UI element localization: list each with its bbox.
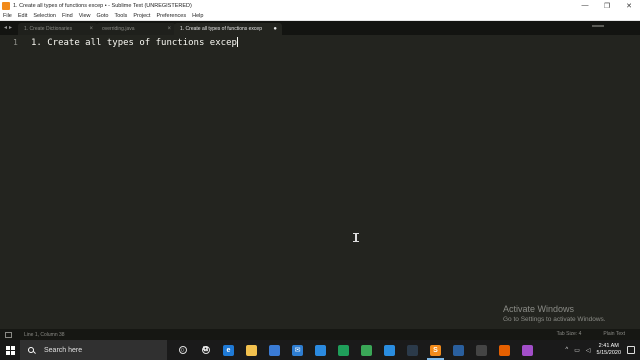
- menu-selection[interactable]: Selection: [30, 13, 59, 19]
- tab-label: 1. Create all types of functions excep: [180, 26, 262, 32]
- menu-project[interactable]: Project: [130, 13, 153, 19]
- ibeam-cursor-icon: [353, 233, 359, 242]
- line-number: 1: [13, 38, 18, 47]
- tab-overriding-java[interactable]: overriding.java ×: [96, 23, 176, 35]
- start-button[interactable]: [0, 340, 20, 360]
- search-icon: [28, 347, 34, 353]
- app-blue-icon[interactable]: [309, 340, 332, 360]
- mail-icon[interactable]: ✉: [286, 340, 309, 360]
- minimize-button[interactable]: —: [574, 0, 596, 11]
- maximize-button[interactable]: ❐: [596, 0, 618, 11]
- app-chrome-glyph: [361, 344, 372, 356]
- terminal-icon[interactable]: [401, 340, 424, 360]
- menu-view[interactable]: View: [76, 13, 94, 19]
- watermark-subtitle: Go to Settings to activate Windows.: [503, 316, 606, 323]
- tab-close-icon[interactable]: ×: [89, 26, 93, 32]
- task-view-glyph: ⧉: [201, 346, 210, 354]
- edge-icon[interactable]: e: [217, 340, 240, 360]
- vscode-glyph: [384, 344, 395, 356]
- menu-bar: File Edit Selection Find View Goto Tools…: [0, 11, 640, 21]
- file-explorer-icon[interactable]: [240, 340, 263, 360]
- tab-prev-icon[interactable]: ◂: [4, 24, 7, 31]
- volume-icon[interactable]: ◁: [586, 347, 591, 354]
- syntax-selector[interactable]: Plain Text: [603, 331, 625, 337]
- menu-help[interactable]: Help: [189, 13, 206, 19]
- tab-label: overriding.java: [102, 26, 135, 32]
- tray-chevron-icon[interactable]: ^: [565, 347, 568, 353]
- vscode-icon[interactable]: [378, 340, 401, 360]
- app-purple-icon[interactable]: [516, 340, 539, 360]
- firefox-icon[interactable]: [493, 340, 516, 360]
- windows-logo-icon: [5, 345, 15, 355]
- code-line[interactable]: 1. Create all types of functions excep: [31, 37, 238, 48]
- app-green-glyph: [338, 344, 349, 356]
- system-tray: ^ ▭ ◁ 2:41 AM 5/15/2020: [565, 340, 640, 360]
- tab-create-dictionaries[interactable]: 1. Create Dictionaries ×: [18, 23, 98, 35]
- cortana-glyph: ○: [178, 346, 187, 354]
- terminal-glyph: [407, 344, 418, 356]
- menu-file[interactable]: File: [0, 13, 15, 19]
- menu-tools[interactable]: Tools: [111, 13, 130, 19]
- tab-close-icon[interactable]: ×: [167, 26, 171, 32]
- activation-watermark: Activate Windows Go to Settings to activ…: [503, 304, 606, 323]
- firefox-glyph: [499, 344, 510, 356]
- code-text: 1. Create all types of functions excep: [31, 38, 237, 48]
- vertical-scrollbar[interactable]: [632, 35, 640, 329]
- taskbar-apps: ○ ⧉ e ✉ S: [171, 340, 539, 360]
- file-explorer-glyph: [246, 344, 257, 356]
- title-bar: 1. Create all types of functions excep •…: [0, 0, 640, 11]
- window-title: 1. Create all types of functions excep •…: [13, 2, 192, 9]
- clock-time: 2:41 AM: [598, 343, 619, 349]
- app-purple-glyph: [522, 344, 533, 356]
- sublime-icon[interactable]: S: [424, 340, 447, 360]
- edge-glyph: e: [223, 344, 234, 356]
- taskbar-search[interactable]: Search here: [20, 340, 167, 360]
- tab-active-file[interactable]: 1. Create all types of functions excep ●: [174, 23, 282, 35]
- tab-label: 1. Create Dictionaries: [24, 26, 73, 32]
- menu-find[interactable]: Find: [59, 13, 76, 19]
- tab-navigation: ◂ ▸: [4, 24, 12, 31]
- app-dots-icon[interactable]: [470, 340, 493, 360]
- app-blue-glyph: [315, 344, 326, 356]
- tab-overflow-icon[interactable]: [592, 25, 604, 27]
- store-glyph: [269, 344, 280, 356]
- menu-preferences[interactable]: Preferences: [153, 13, 189, 19]
- notification-icon[interactable]: [627, 346, 635, 354]
- powershell-glyph: [453, 344, 464, 356]
- text-caret: [236, 37, 238, 47]
- powershell-icon[interactable]: [447, 340, 470, 360]
- clock-date: 5/15/2020: [596, 350, 621, 356]
- menu-edit[interactable]: Edit: [15, 13, 30, 19]
- cortana-icon[interactable]: ○: [171, 340, 194, 360]
- search-placeholder: Search here: [44, 346, 83, 354]
- network-icon[interactable]: ▭: [574, 347, 580, 354]
- window-controls: — ❐ ✕: [574, 0, 640, 11]
- status-right: Tab Size: 4 Plain Text: [557, 331, 625, 337]
- watermark-title: Activate Windows: [503, 304, 575, 314]
- editor-area[interactable]: 1 1. Create all types of functions excep: [0, 35, 632, 329]
- task-view-icon[interactable]: ⧉: [194, 340, 217, 360]
- app-chrome-icon[interactable]: [355, 340, 378, 360]
- clock[interactable]: 2:41 AM 5/15/2020: [597, 343, 621, 357]
- sublime-glyph: S: [430, 344, 441, 356]
- cursor-position: Line 1, Column 38: [24, 331, 65, 338]
- store-icon[interactable]: [263, 340, 286, 360]
- tab-size-selector[interactable]: Tab Size: 4: [557, 331, 582, 337]
- sublime-logo-icon: [2, 1, 10, 10]
- app-dots-glyph: [476, 344, 487, 356]
- mail-glyph: ✉: [292, 344, 303, 356]
- panel-toggle-icon[interactable]: [5, 331, 12, 338]
- status-bar: Line 1, Column 38 Tab Size: 4 Plain Text: [0, 329, 640, 340]
- windows-taskbar: Search here ○ ⧉ e ✉ S ^ ▭ ◁ 2:41 AM 5/15/202…: [0, 340, 640, 360]
- tab-modified-dot-icon[interactable]: ●: [273, 26, 277, 32]
- tab-next-icon[interactable]: ▸: [9, 24, 12, 31]
- close-button[interactable]: ✕: [618, 0, 640, 11]
- tab-bar: ◂ ▸ 1. Create Dictionaries × overriding.…: [0, 21, 640, 35]
- app-green-icon[interactable]: [332, 340, 355, 360]
- menu-goto[interactable]: Goto: [94, 13, 112, 19]
